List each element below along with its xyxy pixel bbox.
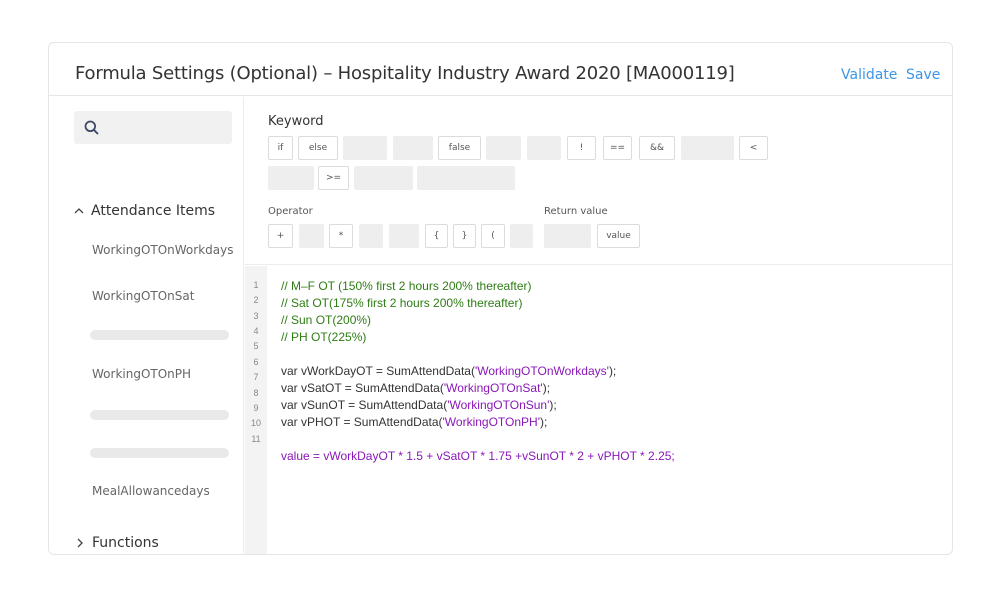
- line-number: 11: [251, 434, 261, 444]
- line-number: 7: [253, 372, 259, 382]
- placeholder-item: [90, 448, 229, 458]
- token-palette: Keyword if else false ! == && < >= Opera…: [245, 97, 952, 265]
- code-string: 'WorkingOTOnSun': [447, 398, 550, 412]
- line-number: 6: [253, 357, 259, 367]
- operator-multiply-button[interactable]: *: [329, 224, 353, 248]
- line-number: 9: [253, 403, 259, 413]
- sidebar-item-workingotonworkdays[interactable]: WorkingOTOnWorkdays: [92, 243, 233, 257]
- keyword-placeholder: [343, 136, 387, 160]
- keyword-placeholder: [268, 166, 314, 190]
- return-value-button[interactable]: value: [597, 224, 640, 248]
- operator-close-brace-button[interactable]: }: [453, 224, 476, 248]
- operator-placeholder: [389, 224, 419, 248]
- line-number-gutter: 1 2 3 4 5 6 7 8 9 10 11: [245, 266, 267, 554]
- chevron-up-icon: [74, 208, 84, 214]
- keyword-placeholder: [486, 136, 521, 160]
- keyword-and-button[interactable]: &&: [639, 136, 675, 160]
- code-text: var vPHOT = SumAttendData(: [281, 415, 443, 429]
- code-string: 'WorkingOTOnSat': [443, 381, 543, 395]
- code-string: 'WorkingOTOnWorkdays': [474, 364, 609, 378]
- code-text: var vSatOT = SumAttendData(: [281, 381, 444, 395]
- placeholder-item: [90, 410, 229, 420]
- code-line: var vWorkDayOT = SumAttendData('WorkingO…: [281, 364, 616, 378]
- keyword-label: Keyword: [268, 114, 324, 129]
- line-number: 10: [250, 418, 261, 428]
- validate-button[interactable]: Validate: [841, 67, 897, 83]
- group-label: Attendance Items: [91, 203, 216, 219]
- keyword-less-than-button[interactable]: <: [739, 136, 768, 160]
- code-line: // Sun OT(200%): [281, 313, 372, 327]
- code-text: var vWorkDayOT = SumAttendData(: [281, 364, 475, 378]
- code-line: var vPHOT = SumAttendData('WorkingOTOnPH…: [281, 415, 547, 429]
- line-number: 5: [253, 341, 259, 351]
- line-number: 8: [253, 388, 259, 398]
- sidebar-item-workingotonph[interactable]: WorkingOTOnPH: [92, 367, 191, 381]
- search-icon: [84, 120, 99, 135]
- keyword-placeholder: [681, 136, 734, 160]
- code-line: // M–F OT (150% first 2 hours 200% there…: [281, 279, 532, 293]
- code-editor[interactable]: 1 2 3 4 5 6 7 8 9 10 11 // M–F OT (150% …: [245, 266, 952, 554]
- group-functions[interactable]: Functions: [74, 534, 159, 552]
- keyword-placeholder: [417, 166, 515, 190]
- formula-settings-dialog: Formula Settings (Optional) – Hospitalit…: [48, 42, 953, 555]
- keyword-placeholder: [393, 136, 433, 160]
- code-text: );: [549, 398, 557, 412]
- operator-open-brace-button[interactable]: {: [425, 224, 448, 248]
- return-value-placeholder: [544, 224, 591, 248]
- group-label: Functions: [92, 535, 159, 551]
- code-line: // PH OT(225%): [281, 330, 367, 344]
- return-value-label: Return value: [544, 206, 608, 217]
- sidebar-item-mealallowancedays[interactable]: MealAllowancedays: [92, 484, 210, 498]
- code-text: );: [540, 415, 548, 429]
- group-attendance-items[interactable]: Attendance Items: [73, 202, 215, 220]
- code-text: var vSunOT = SumAttendData(: [281, 398, 448, 412]
- operator-placeholder: [510, 224, 533, 248]
- search-input[interactable]: [74, 111, 232, 144]
- sidebar-item-workingotonsat[interactable]: WorkingOTOnSat: [92, 289, 194, 303]
- keyword-if-button[interactable]: if: [268, 136, 293, 160]
- operator-placeholder: [299, 224, 324, 248]
- keyword-greater-equal-button[interactable]: >=: [318, 166, 349, 190]
- code-line: // Sat OT(175% first 2 hours 200% therea…: [281, 296, 523, 310]
- line-number: 3: [253, 311, 259, 321]
- code-line: var vSunOT = SumAttendData('WorkingOTOnS…: [281, 398, 557, 412]
- code-text: );: [608, 364, 617, 378]
- keyword-not-button[interactable]: !: [567, 136, 596, 160]
- save-button[interactable]: Save: [906, 67, 940, 83]
- line-number: 4: [253, 326, 259, 336]
- code-string: 'WorkingOTOnPH': [442, 415, 541, 429]
- operator-plus-button[interactable]: +: [268, 224, 293, 248]
- placeholder-item: [90, 330, 229, 340]
- operator-open-paren-button[interactable]: (: [481, 224, 505, 248]
- operator-placeholder: [359, 224, 383, 248]
- line-number: 1: [253, 280, 259, 290]
- keyword-false-button[interactable]: false: [438, 136, 481, 160]
- dialog-header: Formula Settings (Optional) – Hospitalit…: [49, 43, 952, 96]
- code-text: );: [542, 381, 551, 395]
- page-title: Formula Settings (Optional) – Hospitalit…: [75, 63, 735, 84]
- keyword-else-button[interactable]: else: [298, 136, 338, 160]
- keyword-placeholder: [354, 166, 413, 190]
- keyword-equals-button[interactable]: ==: [603, 136, 632, 160]
- code-line: value = vWorkDayOT * 1.5 + vSatOT * 1.75…: [281, 449, 675, 463]
- keyword-placeholder: [527, 136, 561, 160]
- sidebar: Attendance Items WorkingOTOnWorkdays Wor…: [49, 97, 244, 554]
- chevron-right-icon: [77, 538, 83, 548]
- line-number: 2: [253, 295, 259, 305]
- operator-label: Operator: [268, 206, 313, 217]
- code-line: var vSatOT = SumAttendData('WorkingOTOnS…: [281, 381, 550, 395]
